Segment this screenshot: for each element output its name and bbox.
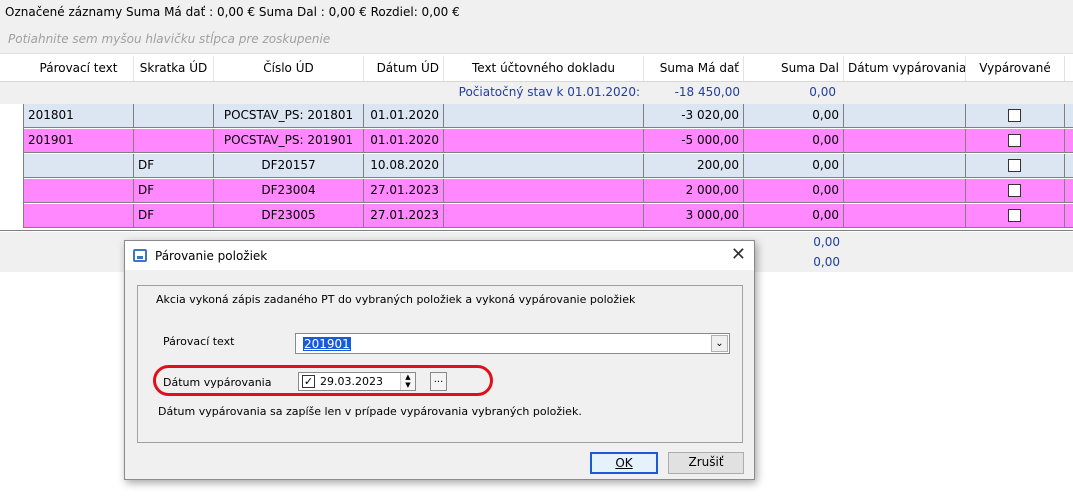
dialog-panel (137, 285, 743, 443)
vyparovane-checkbox[interactable] (1008, 134, 1021, 147)
col-header-parovaci-text[interactable]: Párovací text (24, 56, 134, 81)
dialog-note: Dátum vypárovania sa zapíše len v prípad… (158, 405, 582, 418)
cell-vyparovane (966, 179, 1065, 202)
datum-vyparovania-label: Dátum vypárovania (163, 376, 272, 389)
cell-suma-dal[interactable]: 0,00 (744, 129, 844, 152)
cell-suma-ma-dat[interactable]: 200,00 (644, 154, 744, 177)
cell-text-dokladu[interactable] (444, 104, 644, 127)
group-by-hint[interactable]: Potiahnite sem myšou hlavičku stĺpca pre… (0, 26, 1073, 54)
cell-datum-ud[interactable]: 27.01.2023 (364, 179, 444, 202)
initial-balance-ma-dat: -18 450,00 (674, 85, 740, 99)
col-header-cislo-ud[interactable]: Číslo ÚD (214, 56, 364, 81)
cell-skratka-ud[interactable] (134, 104, 214, 127)
vyparovane-checkbox[interactable] (1008, 159, 1021, 172)
footer-dal-total-2: 0,00 (813, 255, 840, 269)
col-header-skratka-ud[interactable]: Skratka ÚD (134, 56, 214, 81)
selection-summary: Označené záznamy Suma Má dať : 0,00 € Su… (0, 0, 1073, 26)
cell-parovaci-text[interactable]: 201801 (24, 104, 134, 127)
grid-header: Párovací text Skratka ÚD Číslo ÚD Dátum … (0, 56, 1073, 82)
cell-text-dokladu[interactable] (444, 154, 644, 177)
parovaci-text-combo[interactable]: 201901 ⌄ (295, 333, 730, 354)
cell-suma-ma-dat[interactable]: -3 020,00 (644, 104, 744, 127)
close-icon[interactable]: ✕ (731, 245, 746, 265)
cell-suma-dal[interactable]: 0,00 (744, 204, 844, 227)
col-header-suma-dal[interactable]: Suma Dal (744, 56, 844, 81)
ok-button[interactable]: OK (590, 452, 658, 474)
parovanie-dialog: Párovanie položiek ✕ Akcia vykoná zápis … (124, 240, 755, 480)
table-row[interactable]: DF DF23005 27.01.2023 3 000,00 0,00 (24, 204, 1073, 228)
ok-button-label: OK (615, 456, 633, 470)
table-row[interactable]: 201901 POCSTAV_PS: 201901 01.01.2020 -5 000… (24, 129, 1073, 153)
app-window-icon (133, 249, 147, 262)
cell-datum-ud[interactable]: 01.01.2020 (364, 104, 444, 127)
cell-suma-ma-dat[interactable]: 3 000,00 (644, 204, 744, 227)
vyparovane-checkbox[interactable] (1008, 184, 1021, 197)
cell-text-dokladu[interactable] (444, 129, 644, 152)
cell-datum-ud[interactable]: 10.08.2020 (364, 154, 444, 177)
cell-skratka-ud[interactable]: DF (134, 154, 214, 177)
cell-datum-vyparovania[interactable] (844, 204, 966, 227)
cell-cislo-ud[interactable]: DF23005 (214, 204, 364, 227)
table-row[interactable]: DF DF23004 27.01.2023 2 000,00 0,00 (24, 179, 1073, 203)
date-browse-button[interactable]: ... (430, 372, 447, 391)
cell-vyparovane (966, 129, 1065, 152)
parovaci-text-value[interactable]: 201901 (303, 337, 351, 351)
initial-balance-label: Počiatočný stav k 01.01.2020: (458, 85, 640, 99)
cell-datum-vyparovania[interactable] (844, 129, 966, 152)
cell-datum-vyparovania[interactable] (844, 179, 966, 202)
date-spinner-icon[interactable]: ▲ ▼ (400, 373, 415, 390)
col-header-datum-ud[interactable]: Dátum ÚD (364, 56, 444, 81)
dialog-info-text: Akcia vykoná zápis zadaného PT do vybran… (156, 293, 636, 306)
cell-datum-vyparovania[interactable] (844, 104, 966, 127)
footer-dal-total-1: 0,00 (813, 235, 840, 249)
cell-parovaci-text[interactable] (24, 154, 134, 177)
cell-suma-dal[interactable]: 0,00 (744, 104, 844, 127)
col-header-suma-ma-dat[interactable]: Suma Má dať (644, 56, 744, 81)
col-header-text-dokladu[interactable]: Text účtovného dokladu (444, 56, 644, 81)
datum-vyparovania-value[interactable]: 29.03.2023 (320, 375, 383, 388)
table-row[interactable]: DF DF20157 10.08.2020 200,00 0,00 (24, 154, 1073, 178)
chevron-down-icon[interactable]: ⌄ (711, 335, 728, 352)
initial-balance-row: Počiatočný stav k 01.01.2020: -18 450,00… (0, 82, 1073, 104)
datum-vyparovania-picker[interactable]: ✓ 29.03.2023 ▲ ▼ (298, 372, 416, 391)
dialog-titlebar[interactable]: Párovanie položiek ✕ (125, 241, 754, 271)
cell-datum-ud[interactable]: 27.01.2023 (364, 204, 444, 227)
initial-balance-dal: 0,00 (809, 85, 836, 99)
cell-parovaci-text[interactable]: 201901 (24, 129, 134, 152)
dialog-title: Párovanie položiek (155, 249, 268, 263)
vyparovane-checkbox[interactable] (1008, 109, 1021, 122)
datum-enabled-checkbox[interactable]: ✓ (302, 375, 315, 388)
col-header-datum-vyparovania[interactable]: Dátum vypárovania (844, 56, 966, 81)
parovaci-text-label: Párovací text (163, 335, 235, 348)
table-row[interactable]: 201801 POCSTAV_PS: 201801 01.01.2020 -3 020… (24, 104, 1073, 128)
cell-skratka-ud[interactable]: DF (134, 179, 214, 202)
cell-cislo-ud[interactable]: DF20157 (214, 154, 364, 177)
cell-suma-ma-dat[interactable]: -5 000,00 (644, 129, 744, 152)
cell-cislo-ud[interactable]: DF23004 (214, 179, 364, 202)
cell-skratka-ud[interactable] (134, 129, 214, 152)
cell-vyparovane (966, 104, 1065, 127)
cell-text-dokladu[interactable] (444, 204, 644, 227)
cell-vyparovane (966, 154, 1065, 177)
cell-skratka-ud[interactable]: DF (134, 204, 214, 227)
footer-divider (0, 230, 1073, 231)
cell-cislo-ud[interactable]: POCSTAV_PS: 201801 (214, 104, 364, 127)
cell-cislo-ud[interactable]: POCSTAV_PS: 201901 (214, 129, 364, 152)
cell-datum-vyparovania[interactable] (844, 154, 966, 177)
cell-text-dokladu[interactable] (444, 179, 644, 202)
cancel-button[interactable]: Zrušiť (668, 452, 744, 474)
col-header-vyparovane[interactable]: Vypárované (966, 56, 1065, 81)
cell-suma-ma-dat[interactable]: 2 000,00 (644, 179, 744, 202)
cell-parovaci-text[interactable] (24, 179, 134, 202)
vyparovane-checkbox[interactable] (1008, 209, 1021, 222)
cell-datum-ud[interactable]: 01.01.2020 (364, 129, 444, 152)
cell-suma-dal[interactable]: 0,00 (744, 154, 844, 177)
cell-vyparovane (966, 204, 1065, 227)
cell-suma-dal[interactable]: 0,00 (744, 179, 844, 202)
cell-parovaci-text[interactable] (24, 204, 134, 227)
